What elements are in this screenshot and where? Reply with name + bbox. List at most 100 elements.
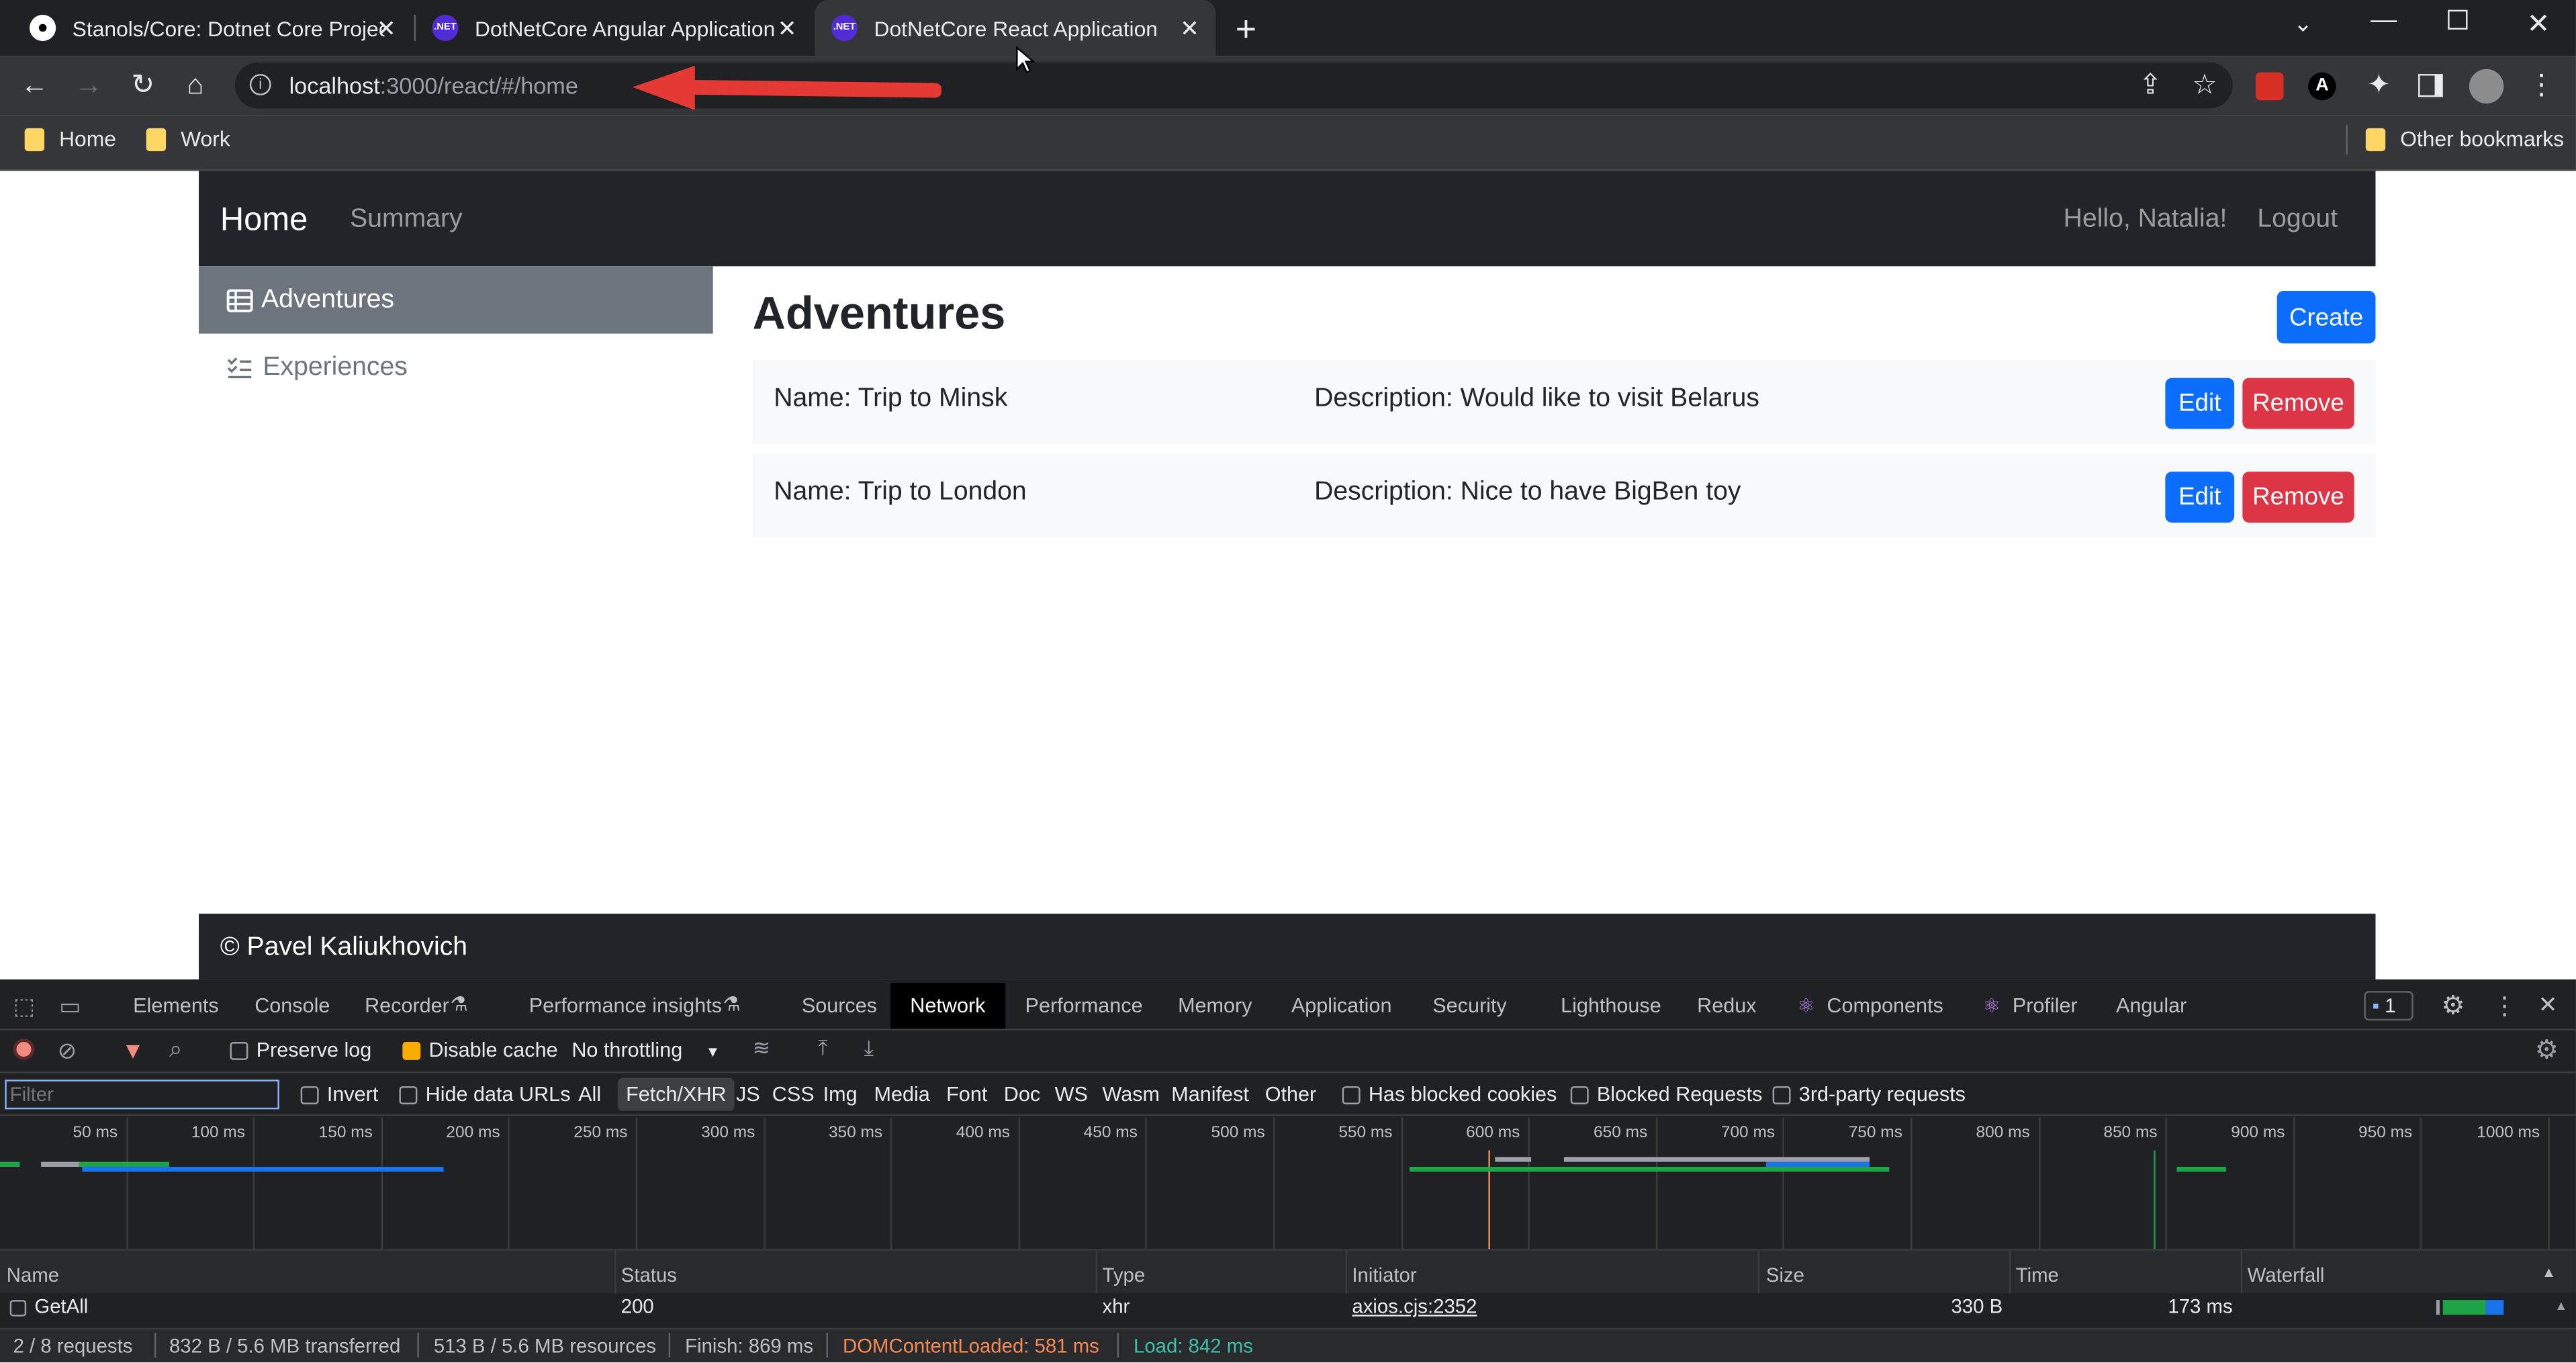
devtools-tab-lighthouse[interactable]: Lighthouse <box>1561 994 1661 1017</box>
invert-checkbox[interactable]: Invert <box>300 1083 378 1106</box>
search-icon[interactable]: ⌕ <box>169 1035 182 1063</box>
logout-link[interactable]: Logout <box>2257 206 2338 235</box>
type-filter-js[interactable]: JS <box>736 1083 760 1106</box>
url-text[interactable]: localhost:3000/react/#/home <box>289 73 578 99</box>
inspect-element-icon[interactable]: ⬚ <box>13 993 35 1021</box>
devtools-tab-profiler[interactable]: Profiler <box>2013 994 2078 1017</box>
request-name[interactable]: GetAll <box>9 1295 89 1318</box>
create-button[interactable]: Create <box>2276 291 2376 344</box>
close-tab-icon[interactable]: ✕ <box>377 15 396 43</box>
checkbox[interactable] <box>399 1086 418 1105</box>
navbar-brand[interactable]: Home <box>220 202 308 240</box>
checkbox-checked[interactable] <box>402 1042 421 1061</box>
network-conditions-icon[interactable]: ≋ <box>752 1035 770 1061</box>
devtools-tab-memory[interactable]: Memory <box>1178 994 1252 1017</box>
type-filter-font[interactable]: Font <box>946 1083 987 1106</box>
greeting-link[interactable]: Hello, Natalia! <box>2064 206 2227 235</box>
share-icon[interactable]: ⇪ <box>2132 69 2168 102</box>
other-bookmarks[interactable]: Other bookmarks <box>2365 126 2564 151</box>
browser-tab[interactable]: ● Stanols/Core: Dotnet Core Projec ✕ <box>13 0 412 56</box>
blocked-requests-checkbox[interactable]: Blocked Requests <box>1570 1083 1762 1106</box>
clear-icon[interactable]: ⊘ <box>58 1037 77 1065</box>
type-filter-media[interactable]: Media <box>874 1083 929 1106</box>
new-tab-icon[interactable]: + <box>1236 8 1256 51</box>
type-filter-ws[interactable]: WS <box>1055 1083 1088 1106</box>
devtools-tab-elements[interactable]: Elements <box>133 994 218 1017</box>
disable-cache-checkbox[interactable]: Disable cache <box>402 1039 558 1061</box>
scroll-arrow-icon[interactable]: ▲ <box>2555 1299 2567 1313</box>
devtools-tab-console[interactable]: Console <box>255 994 330 1017</box>
filter-icon[interactable]: ▼ <box>122 1037 144 1063</box>
column-initiator[interactable]: Initiator <box>1352 1264 1416 1286</box>
issues-badge[interactable]: ▪ 1 <box>2364 991 2413 1021</box>
avatar[interactable] <box>2469 69 2504 104</box>
devtools-tab-redux[interactable]: Redux <box>1697 994 1756 1017</box>
checkbox[interactable] <box>1772 1086 1791 1105</box>
type-filter-css[interactable]: CSS <box>772 1083 815 1106</box>
sidebar-item-experiences[interactable]: Experiences <box>199 334 713 401</box>
preserve-log-checkbox[interactable]: Preserve log <box>230 1039 371 1061</box>
devtools-tab-application[interactable]: Application <box>1291 994 1392 1017</box>
checkbox[interactable] <box>1570 1086 1589 1105</box>
menu-dots-icon[interactable]: ⋮ <box>2524 69 2560 102</box>
type-filter-other[interactable]: Other <box>1265 1083 1316 1106</box>
checkbox[interactable] <box>230 1042 248 1061</box>
browser-tab[interactable]: .NET DotNetCore Angular Application ✕ <box>416 0 813 56</box>
devtools-tab-network[interactable]: Network <box>890 982 1005 1029</box>
remove-button[interactable]: Remove <box>2242 472 2354 523</box>
column-waterfall[interactable]: Waterfall <box>2248 1264 2325 1286</box>
sidebar-item-adventures[interactable]: Adventures <box>199 266 713 334</box>
column-status[interactable]: Status <box>621 1264 677 1286</box>
checkbox[interactable] <box>1342 1086 1361 1105</box>
devtools-tab-recorder[interactable]: Recorder <box>365 994 449 1017</box>
device-toolbar-icon[interactable]: ▭ <box>59 993 81 1021</box>
reload-icon[interactable]: ↻ <box>125 69 161 102</box>
column-type[interactable]: Type <box>1103 1264 1146 1286</box>
close-tab-icon[interactable]: ✕ <box>1180 15 1199 43</box>
restore-icon[interactable] <box>2448 9 2468 30</box>
home-icon[interactable]: ⌂ <box>177 69 214 102</box>
type-filter-all[interactable]: All <box>578 1083 601 1106</box>
network-overview-timeline[interactable]: 50 ms 100 ms 150 ms 200 ms 250 ms 300 ms 350 m… <box>0 1116 2576 1251</box>
devtools-tab-angular[interactable]: Angular <box>2116 994 2187 1017</box>
network-settings-icon[interactable]: ⚙ <box>2535 1034 2559 1067</box>
sort-up-icon[interactable]: ▲ <box>2542 1264 2557 1280</box>
devtools-tab-performance-insights[interactable]: Performance insights <box>529 994 722 1017</box>
record-icon[interactable] <box>13 1039 35 1060</box>
blocked-cookies-checkbox[interactable]: Has blocked cookies <box>1342 1083 1557 1106</box>
devtools-menu-icon[interactable]: ⋮ <box>2492 991 2517 1021</box>
back-icon[interactable]: ← <box>16 69 52 102</box>
bookmark-work[interactable]: Work <box>146 126 230 151</box>
extension-icon[interactable] <box>2255 72 2284 101</box>
extension-a-icon[interactable]: A <box>2308 72 2336 101</box>
devtools-tab-performance[interactable]: Performance <box>1025 994 1143 1017</box>
close-tab-icon[interactable]: ✕ <box>778 15 797 43</box>
bookmark-star-icon[interactable]: ☆ <box>2187 69 2223 102</box>
column-size[interactable]: Size <box>1766 1264 1804 1286</box>
devtools-tab-security[interactable]: Security <box>1432 994 1506 1017</box>
third-party-checkbox[interactable]: 3rd-party requests <box>1772 1083 1966 1106</box>
hide-data-urls-checkbox[interactable]: Hide data URLs <box>399 1083 571 1106</box>
remove-button[interactable]: Remove <box>2242 378 2354 429</box>
column-name[interactable]: Name <box>7 1264 59 1286</box>
settings-gear-icon[interactable]: ⚙ <box>2441 990 2465 1022</box>
tab-search-icon[interactable]: ⌄ <box>2293 10 2313 38</box>
type-filter-doc[interactable]: Doc <box>1004 1083 1040 1106</box>
type-filter-manifest[interactable]: Manifest <box>1171 1083 1249 1106</box>
close-window-icon[interactable]: ✕ <box>2527 8 2550 41</box>
side-panel-icon[interactable] <box>2418 74 2443 97</box>
export-har-icon[interactable]: ⤓ <box>864 1035 874 1061</box>
checkbox[interactable] <box>300 1086 319 1105</box>
import-har-icon[interactable]: ⤒ <box>818 1035 827 1061</box>
devtools-tab-components[interactable]: Components <box>1827 994 1943 1017</box>
forward-icon[interactable]: → <box>71 69 107 102</box>
bookmark-home[interactable]: Home <box>24 126 116 151</box>
request-initiator-link[interactable]: axios.cjs:2352 <box>1352 1295 1477 1318</box>
type-filter-fetch-xhr[interactable]: Fetch/XHR <box>617 1078 735 1111</box>
edit-button[interactable]: Edit <box>2165 472 2235 523</box>
minimize-icon[interactable]: — <box>2371 7 2397 36</box>
type-filter-img[interactable]: Img <box>823 1083 858 1106</box>
close-devtools-icon[interactable]: ✕ <box>2538 991 2558 1019</box>
column-time[interactable]: Time <box>2016 1264 2059 1286</box>
filter-input[interactable] <box>5 1080 279 1110</box>
